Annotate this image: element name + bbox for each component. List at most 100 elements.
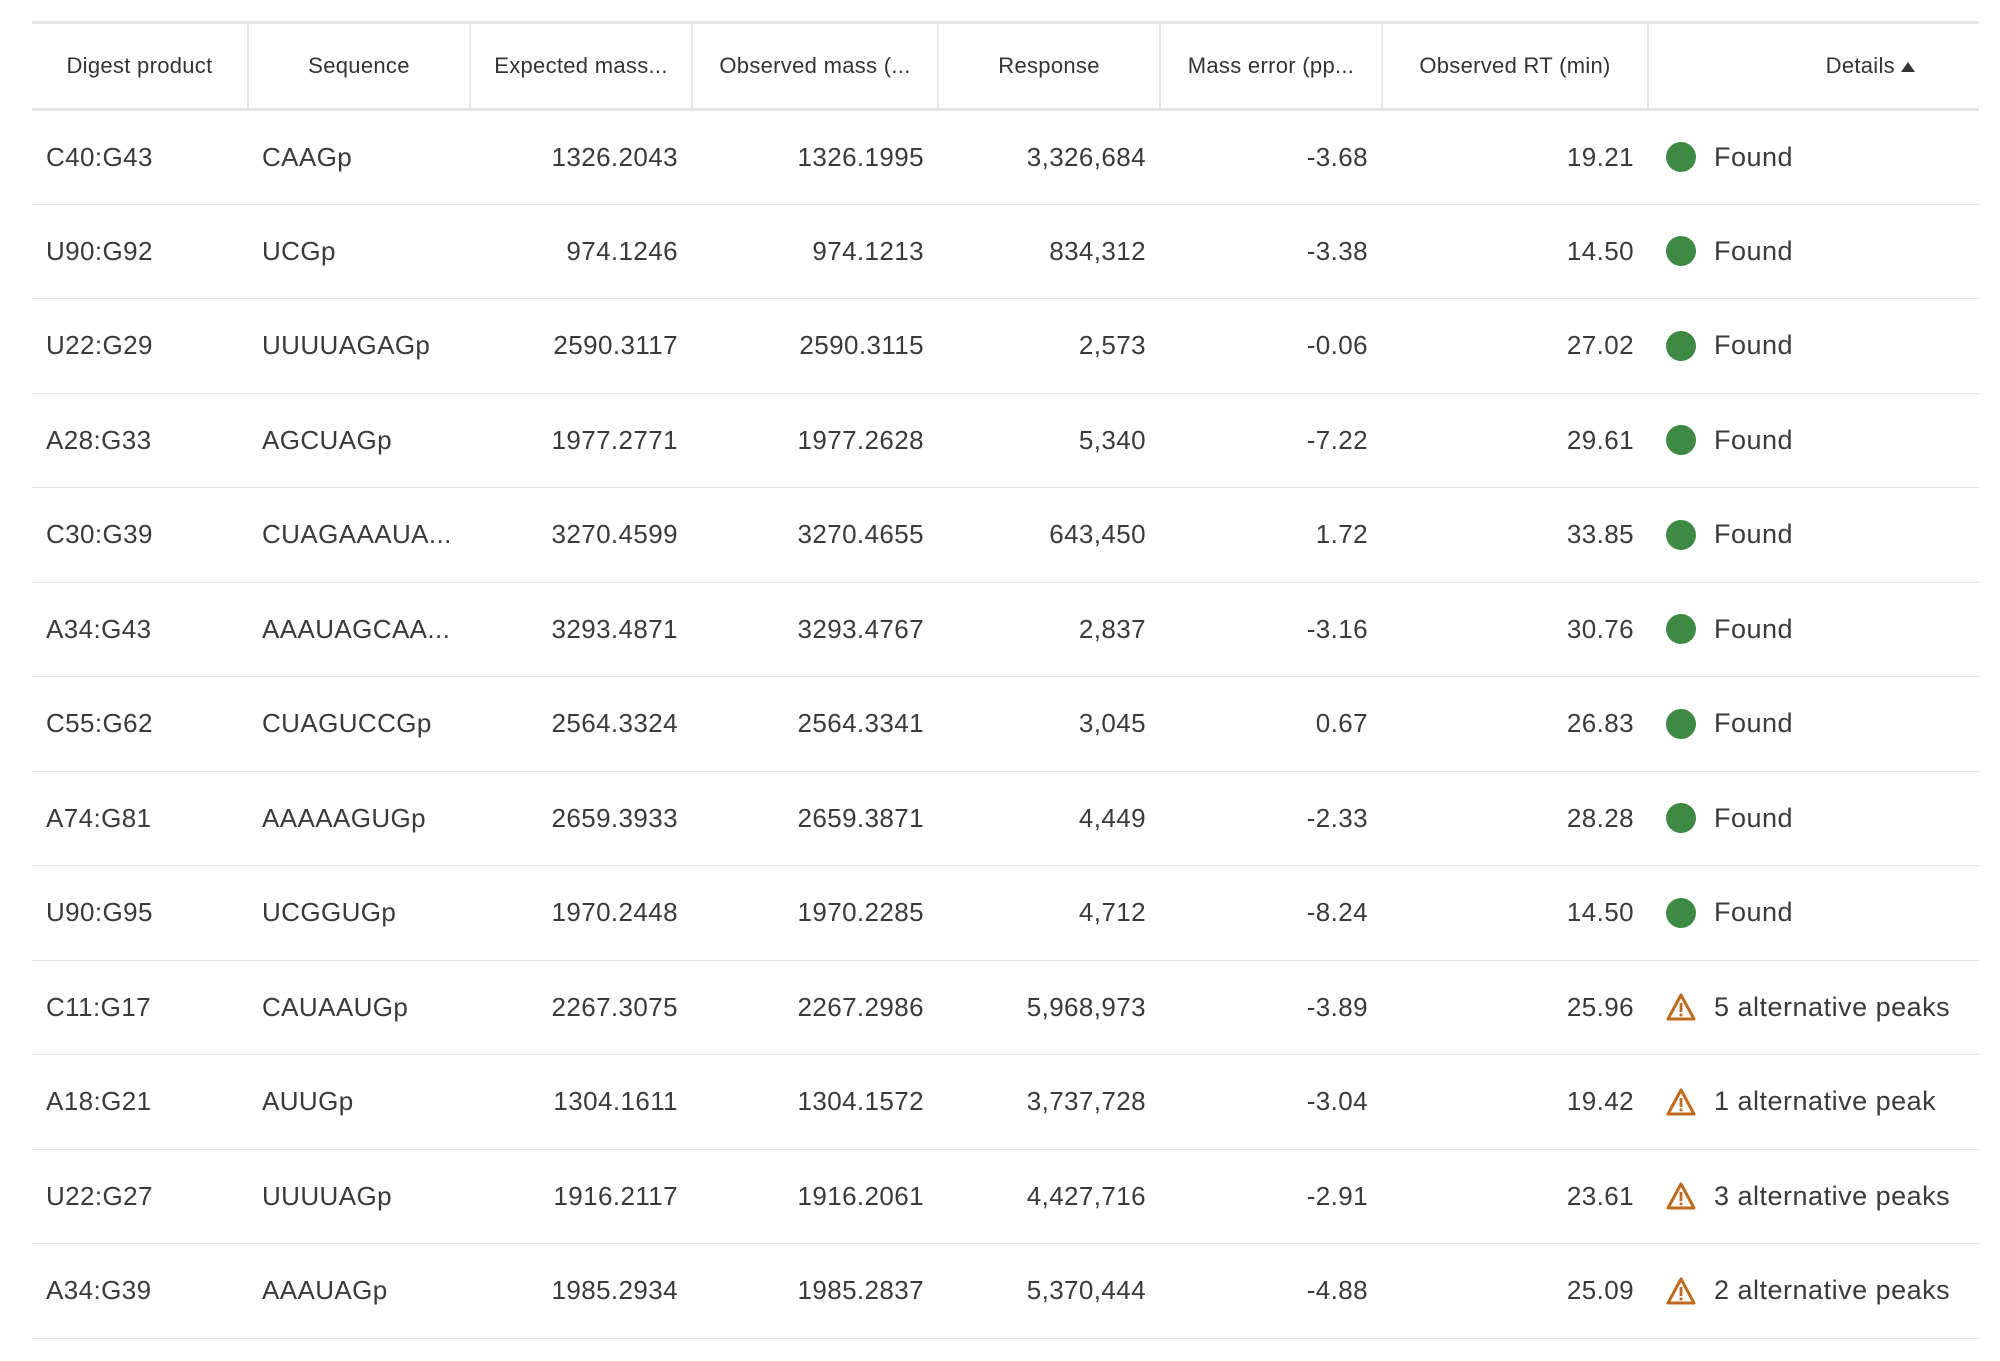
cell-expected-mass: 1304.1611 (553, 1086, 678, 1117)
green-dot-icon (1666, 236, 1696, 267)
cell-details[interactable]: Found (1648, 108, 1979, 204)
cell-observed-mass: 1977.2628 (797, 424, 924, 455)
cell-sequence: CAUAAUGp (262, 991, 409, 1022)
status-label: 1 alternative peak (1714, 1086, 1937, 1117)
cell-observed-mass: 974.1213 (812, 235, 924, 266)
cell-observed-rt: 25.09 (1566, 1275, 1634, 1306)
column-header-expected-mass[interactable]: Expected mass... (470, 21, 693, 111)
table-row[interactable]: A74:G81 AAAAAGUGp 2659.3933 2659.3871 4,… (32, 771, 1979, 866)
cell-observed-mass: 1326.1995 (692, 108, 938, 204)
table-row[interactable]: C11:G17 CAUAAUGp 2267.3075 2267.2986 5,9… (32, 960, 1979, 1055)
cell-observed-rt: 19.21 (1382, 108, 1648, 204)
column-header-observed-mass[interactable]: Observed mass (... (692, 21, 939, 111)
warning-triangle-icon (1666, 993, 1696, 1021)
column-header-response[interactable]: Response (938, 21, 1161, 111)
cell-response: 4,712 (1078, 897, 1146, 928)
cell-observed-mass: 2659.3871 (797, 802, 924, 833)
green-dot-icon (1666, 425, 1696, 456)
table-row[interactable]: U90:G92 UCGp 974.1246 974.1213 834,312 -… (32, 204, 1979, 299)
cell-observed-mass: 1304.1572 (797, 1086, 924, 1117)
status-indicator: Found (1666, 420, 1979, 460)
cell-digest-product: C40:G43 (32, 108, 248, 204)
cell-observed-rt: 14.50 (1566, 897, 1634, 928)
cell-sequence: CUAGAAAUA... (262, 519, 452, 550)
column-header-sequence[interactable]: Sequence (248, 21, 471, 111)
cell-sequence: AAAUAGCAA... (262, 613, 451, 644)
cell-expected-mass: 1326.2043 (470, 108, 692, 204)
cell-sequence: AUUGp (262, 1086, 354, 1117)
cell-response: 3,737,728 (1026, 1086, 1146, 1117)
cell-digest-product: A34:G39 (46, 1275, 152, 1306)
cell-details[interactable]: Found (1648, 866, 1979, 961)
cell-details[interactable]: Found (1648, 204, 1979, 299)
cell-digest-product: U22:G27 (46, 1180, 153, 1211)
table-row[interactable]: A28:G33 AGCUAGp 1977.2771 1977.2628 5,34… (32, 393, 1979, 488)
cell-details[interactable]: 2 alternative peaks (1648, 1244, 1979, 1339)
cell-observed-rt: 28.28 (1566, 802, 1634, 833)
green-dot-icon (1666, 614, 1696, 645)
cell-details[interactable]: 5 alternative peaks (1648, 960, 1979, 1055)
cell-sequence: AGCUAGp (262, 424, 392, 455)
cell-response: 3,045 (1078, 708, 1146, 739)
cell-digest-product: C55:G62 (46, 708, 153, 739)
cell-details[interactable]: 1 alternative peak (1648, 1055, 1979, 1150)
cell-observed-rt: 23.61 (1566, 1180, 1634, 1211)
cell-details[interactable]: Found (1648, 393, 1979, 488)
sort-ascending-icon[interactable] (1901, 62, 1915, 72)
cell-details[interactable]: Found (1648, 582, 1979, 677)
cell-digest-product: C11:G17 (46, 991, 151, 1022)
cell-observed-mass: 1985.2837 (797, 1275, 924, 1306)
cell-expected-mass: 3293.4871 (551, 613, 678, 644)
cell-mass-error: -3.38 (1306, 235, 1368, 266)
status-label: 3 alternative peaks (1714, 1180, 1951, 1211)
status-label: Found (1714, 330, 1794, 361)
cell-digest-product: U22:G29 (46, 330, 153, 361)
cell-details[interactable]: Found (1648, 771, 1979, 866)
cell-response: 834,312 (1049, 235, 1146, 266)
status-indicator: Found (1666, 231, 1979, 271)
column-header-details[interactable]: Details (1648, 21, 1979, 111)
cell-mass-error: -3.68 (1160, 108, 1382, 204)
cell-response: 2,837 (1078, 613, 1146, 644)
cell-details[interactable]: Found (1648, 488, 1979, 583)
column-header-mass-error[interactable]: Mass error (pp... (1160, 21, 1383, 111)
cell-sequence: CAAGp (248, 108, 470, 204)
cell-observed-mass: 3293.4767 (797, 613, 924, 644)
status-indicator: 2 alternative peaks (1666, 1271, 1979, 1311)
status-label: Found (1714, 424, 1794, 455)
cell-response: 5,968,973 (1026, 991, 1146, 1022)
cell-response: 5,370,444 (1026, 1275, 1146, 1306)
cell-mass-error: -2.91 (1306, 1180, 1368, 1211)
cell-details[interactable]: Found (1648, 299, 1979, 394)
cell-details[interactable]: 3 alternative peaks (1648, 1149, 1979, 1244)
column-header-observed-rt[interactable]: Observed RT (min) (1382, 21, 1649, 111)
cell-sequence: UUUUAGp (262, 1180, 392, 1211)
cell-expected-mass: 2659.3933 (551, 802, 678, 833)
header-row: Digest product Sequence Expected mass...… (32, 21, 1979, 111)
cell-expected-mass: 1977.2771 (551, 424, 678, 455)
cell-response: 2,573 (1078, 330, 1146, 361)
column-header-digest-product[interactable]: Digest product (32, 21, 249, 111)
status-label: 5 alternative peaks (1714, 991, 1951, 1022)
cell-observed-mass: 3270.4655 (797, 519, 924, 550)
cell-digest-product: C30:G39 (46, 519, 153, 550)
table-row[interactable]: A18:G21 AUUGp 1304.1611 1304.1572 3,737,… (32, 1055, 1979, 1150)
cell-details[interactable]: Found (1648, 677, 1979, 772)
status-indicator: Found (1666, 326, 1979, 366)
cell-mass-error: -3.89 (1306, 991, 1368, 1022)
table-row[interactable]: A34:G39 AAAUAGp 1985.2934 1985.2837 5,37… (32, 1244, 1979, 1339)
table-row[interactable]: U90:G95 UCGGUGp 1970.2448 1970.2285 4,71… (32, 866, 1979, 961)
table-row[interactable]: A34:G43 AAAUAGCAA... 3293.4871 3293.4767… (32, 582, 1979, 677)
cell-expected-mass: 974.1246 (566, 235, 678, 266)
table-row[interactable]: C30:G39 CUAGAAAUA... 3270.4599 3270.4655… (32, 488, 1979, 583)
table-row[interactable]: U22:G29 UUUUAGAGp 2590.3117 2590.3115 2,… (32, 299, 1979, 394)
table-row[interactable]: C40:G43 CAAGp 1326.2043 1326.1995 3,326,… (32, 108, 1979, 204)
table-row[interactable]: C55:G62 CUAGUCCGp 2564.3324 2564.3341 3,… (32, 677, 1979, 772)
cell-expected-mass: 2564.3324 (551, 708, 678, 739)
cell-response: 4,427,716 (1026, 1180, 1146, 1211)
status-indicator: 1 alternative peak (1666, 1082, 1979, 1122)
cell-digest-product: A18:G21 (46, 1086, 152, 1117)
cell-digest-product: A34:G43 (46, 613, 152, 644)
cell-observed-rt: 33.85 (1566, 519, 1634, 550)
table-row[interactable]: U22:G27 UUUUAGp 1916.2117 1916.2061 4,42… (32, 1149, 1979, 1244)
